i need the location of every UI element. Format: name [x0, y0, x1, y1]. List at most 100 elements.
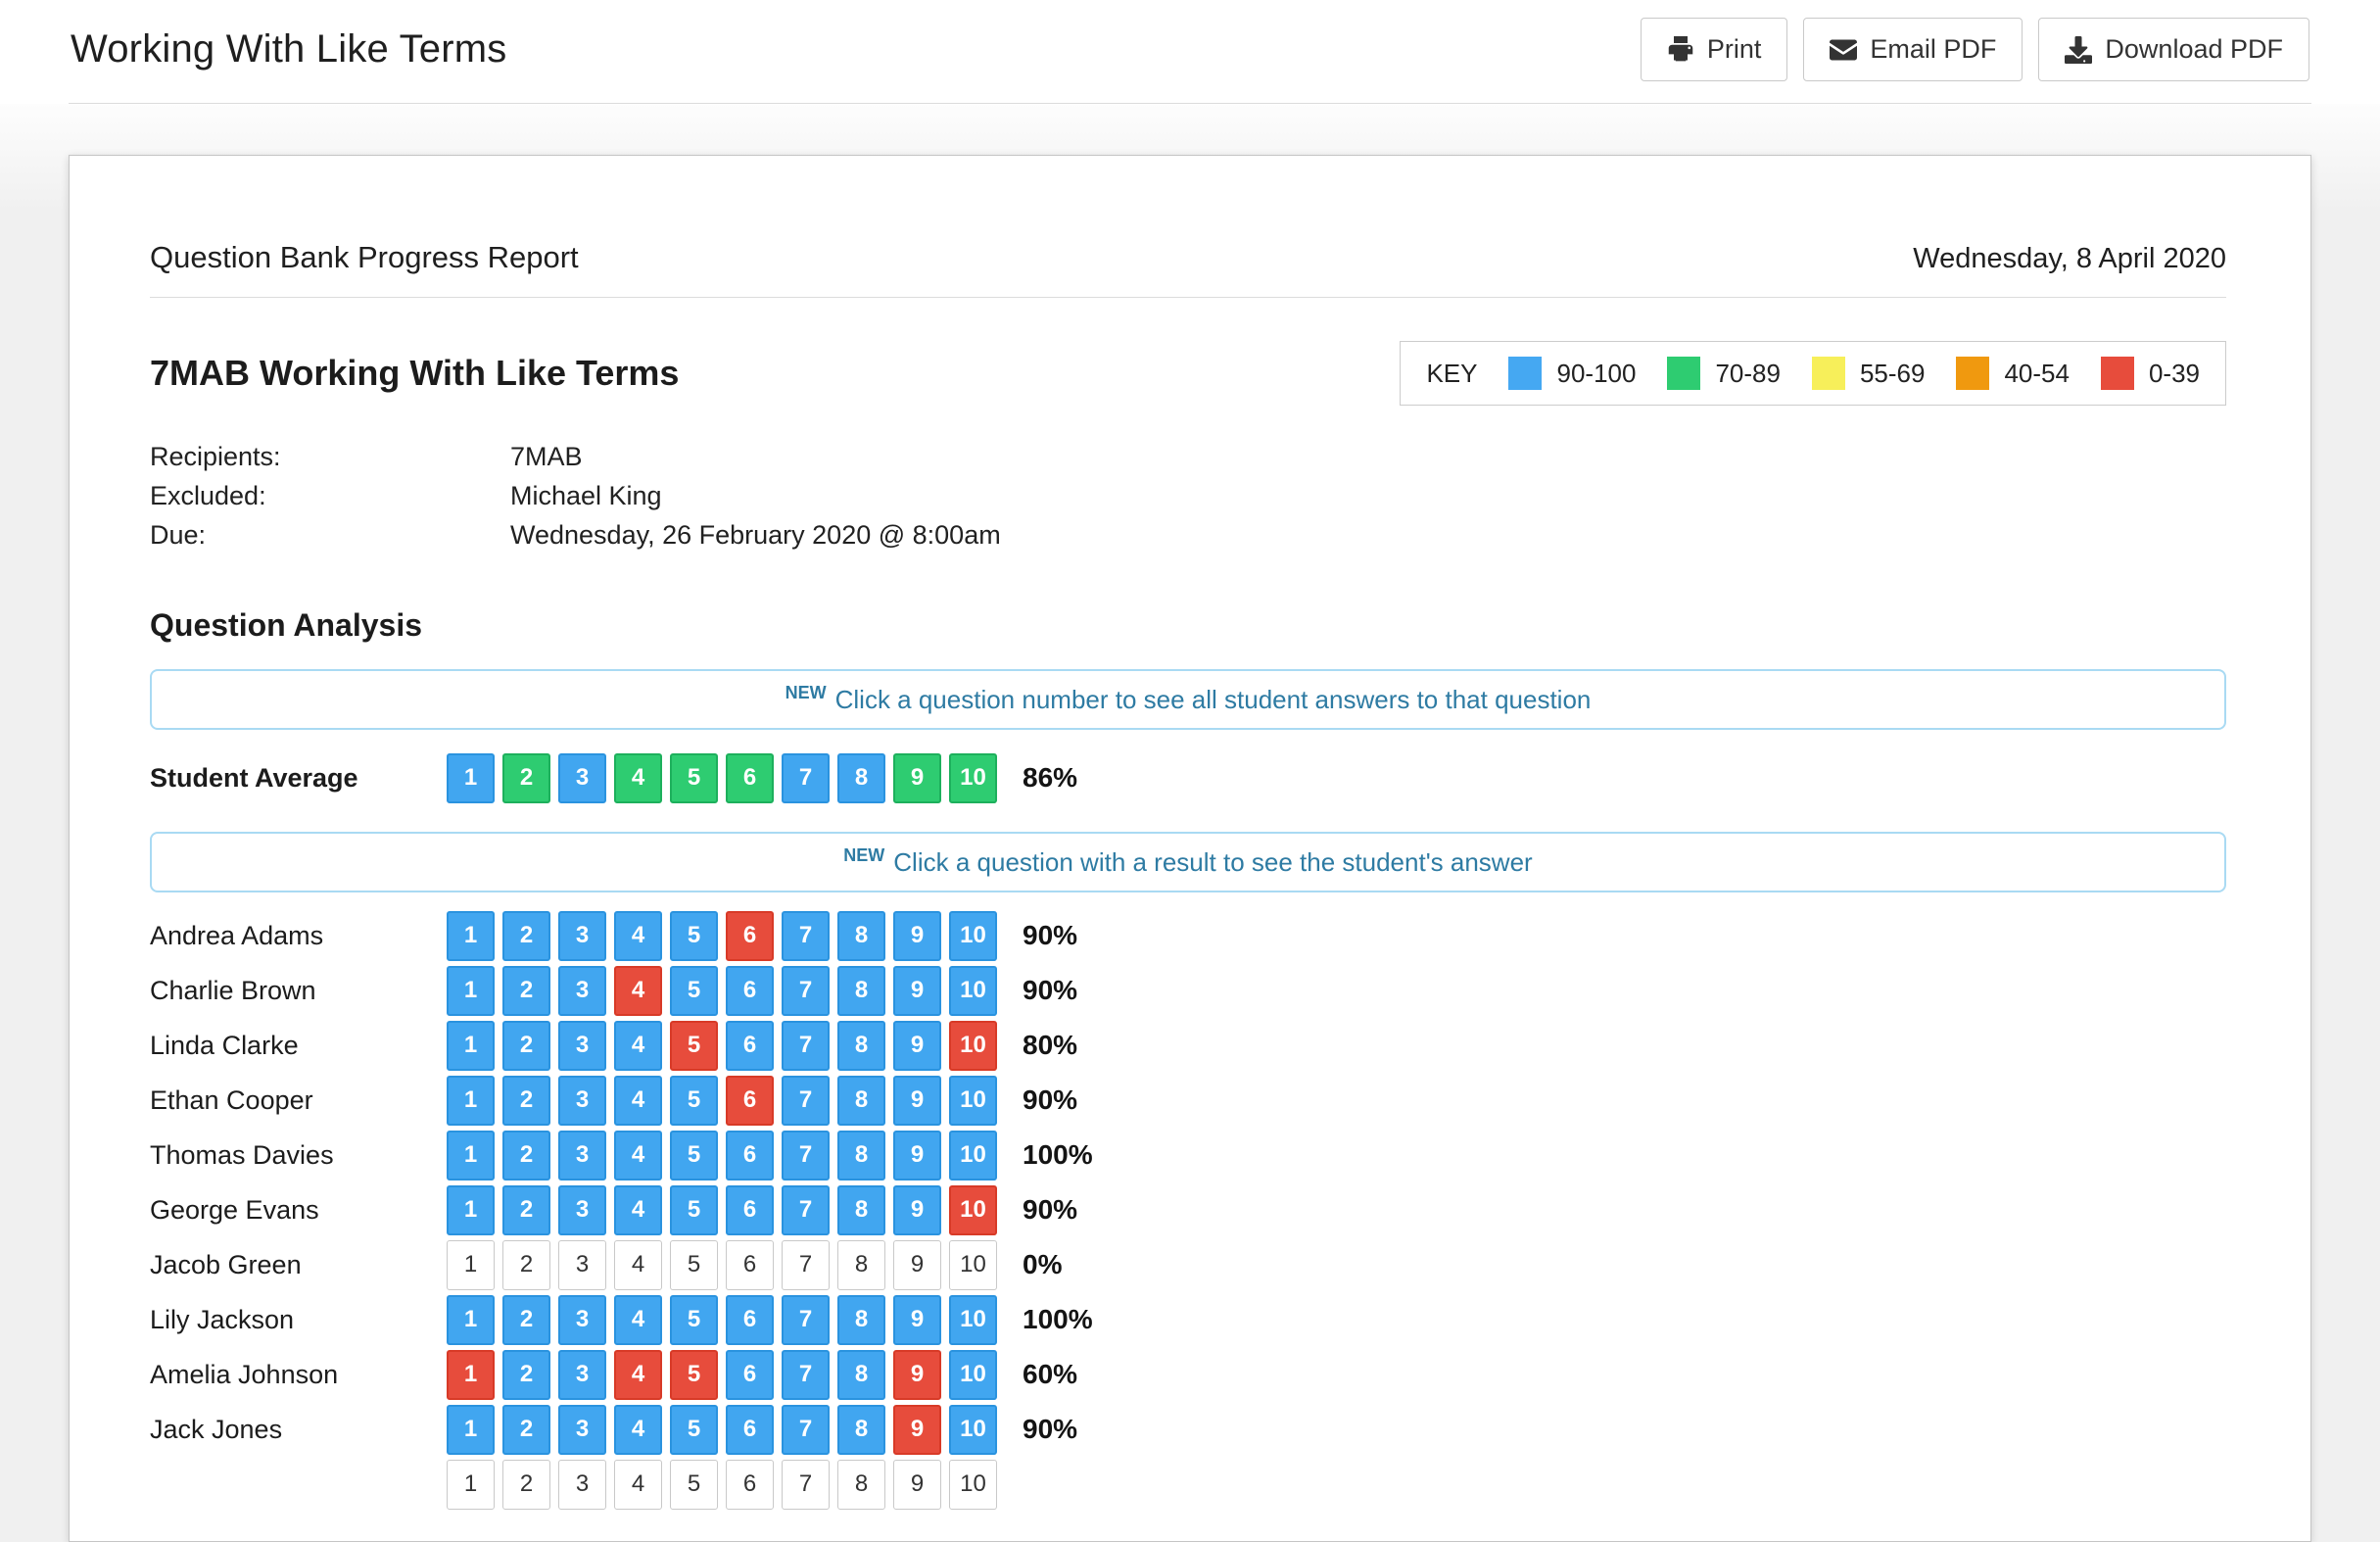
- question-cell-9[interactable]: 9: [893, 1021, 941, 1071]
- question-cell-3[interactable]: 3: [558, 1295, 606, 1345]
- question-cell-2[interactable]: 2: [502, 966, 550, 1016]
- question-cell-6[interactable]: 6: [726, 1076, 774, 1126]
- question-cell-10[interactable]: 10: [949, 1076, 997, 1126]
- question-cell-7[interactable]: 7: [782, 911, 830, 961]
- question-cell-6[interactable]: 6: [726, 1131, 774, 1181]
- question-cell-10[interactable]: 10: [949, 1021, 997, 1071]
- question-cell-1[interactable]: 1: [447, 1405, 495, 1455]
- question-cell-8[interactable]: 8: [837, 966, 885, 1016]
- question-cell-8[interactable]: 8: [837, 1185, 885, 1235]
- question-cell-2[interactable]: 2: [502, 1350, 550, 1400]
- question-cell-5[interactable]: 5: [670, 1021, 718, 1071]
- question-cell-3[interactable]: 3: [558, 1076, 606, 1126]
- question-cell-5[interactable]: 5: [670, 966, 718, 1016]
- question-cell-10[interactable]: 10: [949, 911, 997, 961]
- question-cell-6[interactable]: 6: [726, 1405, 774, 1455]
- question-cell-4[interactable]: 4: [614, 1350, 662, 1400]
- question-cell-6[interactable]: 6: [726, 753, 774, 803]
- question-cell-7[interactable]: 7: [782, 1185, 830, 1235]
- question-cell-6[interactable]: 6: [726, 966, 774, 1016]
- question-cell-7[interactable]: 7: [782, 1131, 830, 1181]
- question-cell-7[interactable]: 7: [782, 966, 830, 1016]
- question-cell-10[interactable]: 10: [949, 1350, 997, 1400]
- download-pdf-button[interactable]: Download PDF: [2038, 18, 2309, 81]
- question-cell-3[interactable]: 3: [558, 1405, 606, 1455]
- question-cell-2[interactable]: 2: [502, 1076, 550, 1126]
- question-cell-10[interactable]: 10: [949, 966, 997, 1016]
- question-cell-7[interactable]: 7: [782, 753, 830, 803]
- question-cell-6[interactable]: 6: [726, 911, 774, 961]
- question-cell-4[interactable]: 4: [614, 1295, 662, 1345]
- question-cell-1[interactable]: 1: [447, 1185, 495, 1235]
- question-cell-5[interactable]: 5: [670, 1405, 718, 1455]
- question-cell-3[interactable]: 3: [558, 966, 606, 1016]
- question-cell-9[interactable]: 9: [893, 1185, 941, 1235]
- question-cell-6[interactable]: 6: [726, 1295, 774, 1345]
- question-cell-7[interactable]: 7: [782, 1021, 830, 1071]
- question-cell-4[interactable]: 4: [614, 1076, 662, 1126]
- question-cell-7[interactable]: 7: [782, 1405, 830, 1455]
- question-cell-7[interactable]: 7: [782, 1076, 830, 1126]
- question-cell-8[interactable]: 8: [837, 1405, 885, 1455]
- question-cell-3[interactable]: 3: [558, 1021, 606, 1071]
- question-cell-3[interactable]: 3: [558, 1185, 606, 1235]
- question-cell-5[interactable]: 5: [670, 1185, 718, 1235]
- question-cell-2[interactable]: 2: [502, 911, 550, 961]
- question-cell-9[interactable]: 9: [893, 1131, 941, 1181]
- question-cell-10[interactable]: 10: [949, 753, 997, 803]
- question-cell-3[interactable]: 3: [558, 1350, 606, 1400]
- question-cell-10[interactable]: 10: [949, 1131, 997, 1181]
- question-cell-8[interactable]: 8: [837, 1131, 885, 1181]
- question-cell-8[interactable]: 8: [837, 1350, 885, 1400]
- question-cell-10[interactable]: 10: [949, 1405, 997, 1455]
- question-cell-6[interactable]: 6: [726, 1021, 774, 1071]
- question-cell-1[interactable]: 1: [447, 1131, 495, 1181]
- question-cell-5[interactable]: 5: [670, 1131, 718, 1181]
- question-cell-5[interactable]: 5: [670, 753, 718, 803]
- question-cell-4[interactable]: 4: [614, 1185, 662, 1235]
- question-cell-2[interactable]: 2: [502, 753, 550, 803]
- question-cell-1[interactable]: 1: [447, 1021, 495, 1071]
- question-cell-9[interactable]: 9: [893, 911, 941, 961]
- question-cell-5[interactable]: 5: [670, 1076, 718, 1126]
- question-cell-9[interactable]: 9: [893, 1350, 941, 1400]
- question-cell-4[interactable]: 4: [614, 1021, 662, 1071]
- question-cell-10[interactable]: 10: [949, 1185, 997, 1235]
- question-cell-6[interactable]: 6: [726, 1185, 774, 1235]
- question-cell-1[interactable]: 1: [447, 1350, 495, 1400]
- question-cell-8[interactable]: 8: [837, 1295, 885, 1345]
- question-cell-9[interactable]: 9: [893, 753, 941, 803]
- question-cell-7[interactable]: 7: [782, 1350, 830, 1400]
- question-cell-4[interactable]: 4: [614, 911, 662, 961]
- question-cell-7[interactable]: 7: [782, 1295, 830, 1345]
- question-cell-4[interactable]: 4: [614, 1405, 662, 1455]
- question-cell-2[interactable]: 2: [502, 1295, 550, 1345]
- question-cell-8[interactable]: 8: [837, 911, 885, 961]
- question-cell-5[interactable]: 5: [670, 911, 718, 961]
- question-cell-9[interactable]: 9: [893, 966, 941, 1016]
- question-cell-9[interactable]: 9: [893, 1295, 941, 1345]
- question-cell-3[interactable]: 3: [558, 911, 606, 961]
- question-cell-1[interactable]: 1: [447, 1076, 495, 1126]
- question-cell-5[interactable]: 5: [670, 1350, 718, 1400]
- question-cell-2[interactable]: 2: [502, 1185, 550, 1235]
- question-cell-4[interactable]: 4: [614, 753, 662, 803]
- question-cell-9[interactable]: 9: [893, 1076, 941, 1126]
- question-cell-2[interactable]: 2: [502, 1131, 550, 1181]
- question-cell-6[interactable]: 6: [726, 1350, 774, 1400]
- question-cell-5[interactable]: 5: [670, 1295, 718, 1345]
- print-button[interactable]: Print: [1641, 18, 1788, 81]
- question-cell-2[interactable]: 2: [502, 1405, 550, 1455]
- question-cell-10[interactable]: 10: [949, 1295, 997, 1345]
- email-pdf-button[interactable]: Email PDF: [1803, 18, 2023, 81]
- question-cell-4[interactable]: 4: [614, 966, 662, 1016]
- question-cell-4[interactable]: 4: [614, 1131, 662, 1181]
- question-cell-3[interactable]: 3: [558, 1131, 606, 1181]
- question-cell-9[interactable]: 9: [893, 1405, 941, 1455]
- question-cell-3[interactable]: 3: [558, 753, 606, 803]
- question-cell-8[interactable]: 8: [837, 753, 885, 803]
- question-cell-8[interactable]: 8: [837, 1021, 885, 1071]
- question-cell-1[interactable]: 1: [447, 1295, 495, 1345]
- question-cell-1[interactable]: 1: [447, 966, 495, 1016]
- question-cell-1[interactable]: 1: [447, 753, 495, 803]
